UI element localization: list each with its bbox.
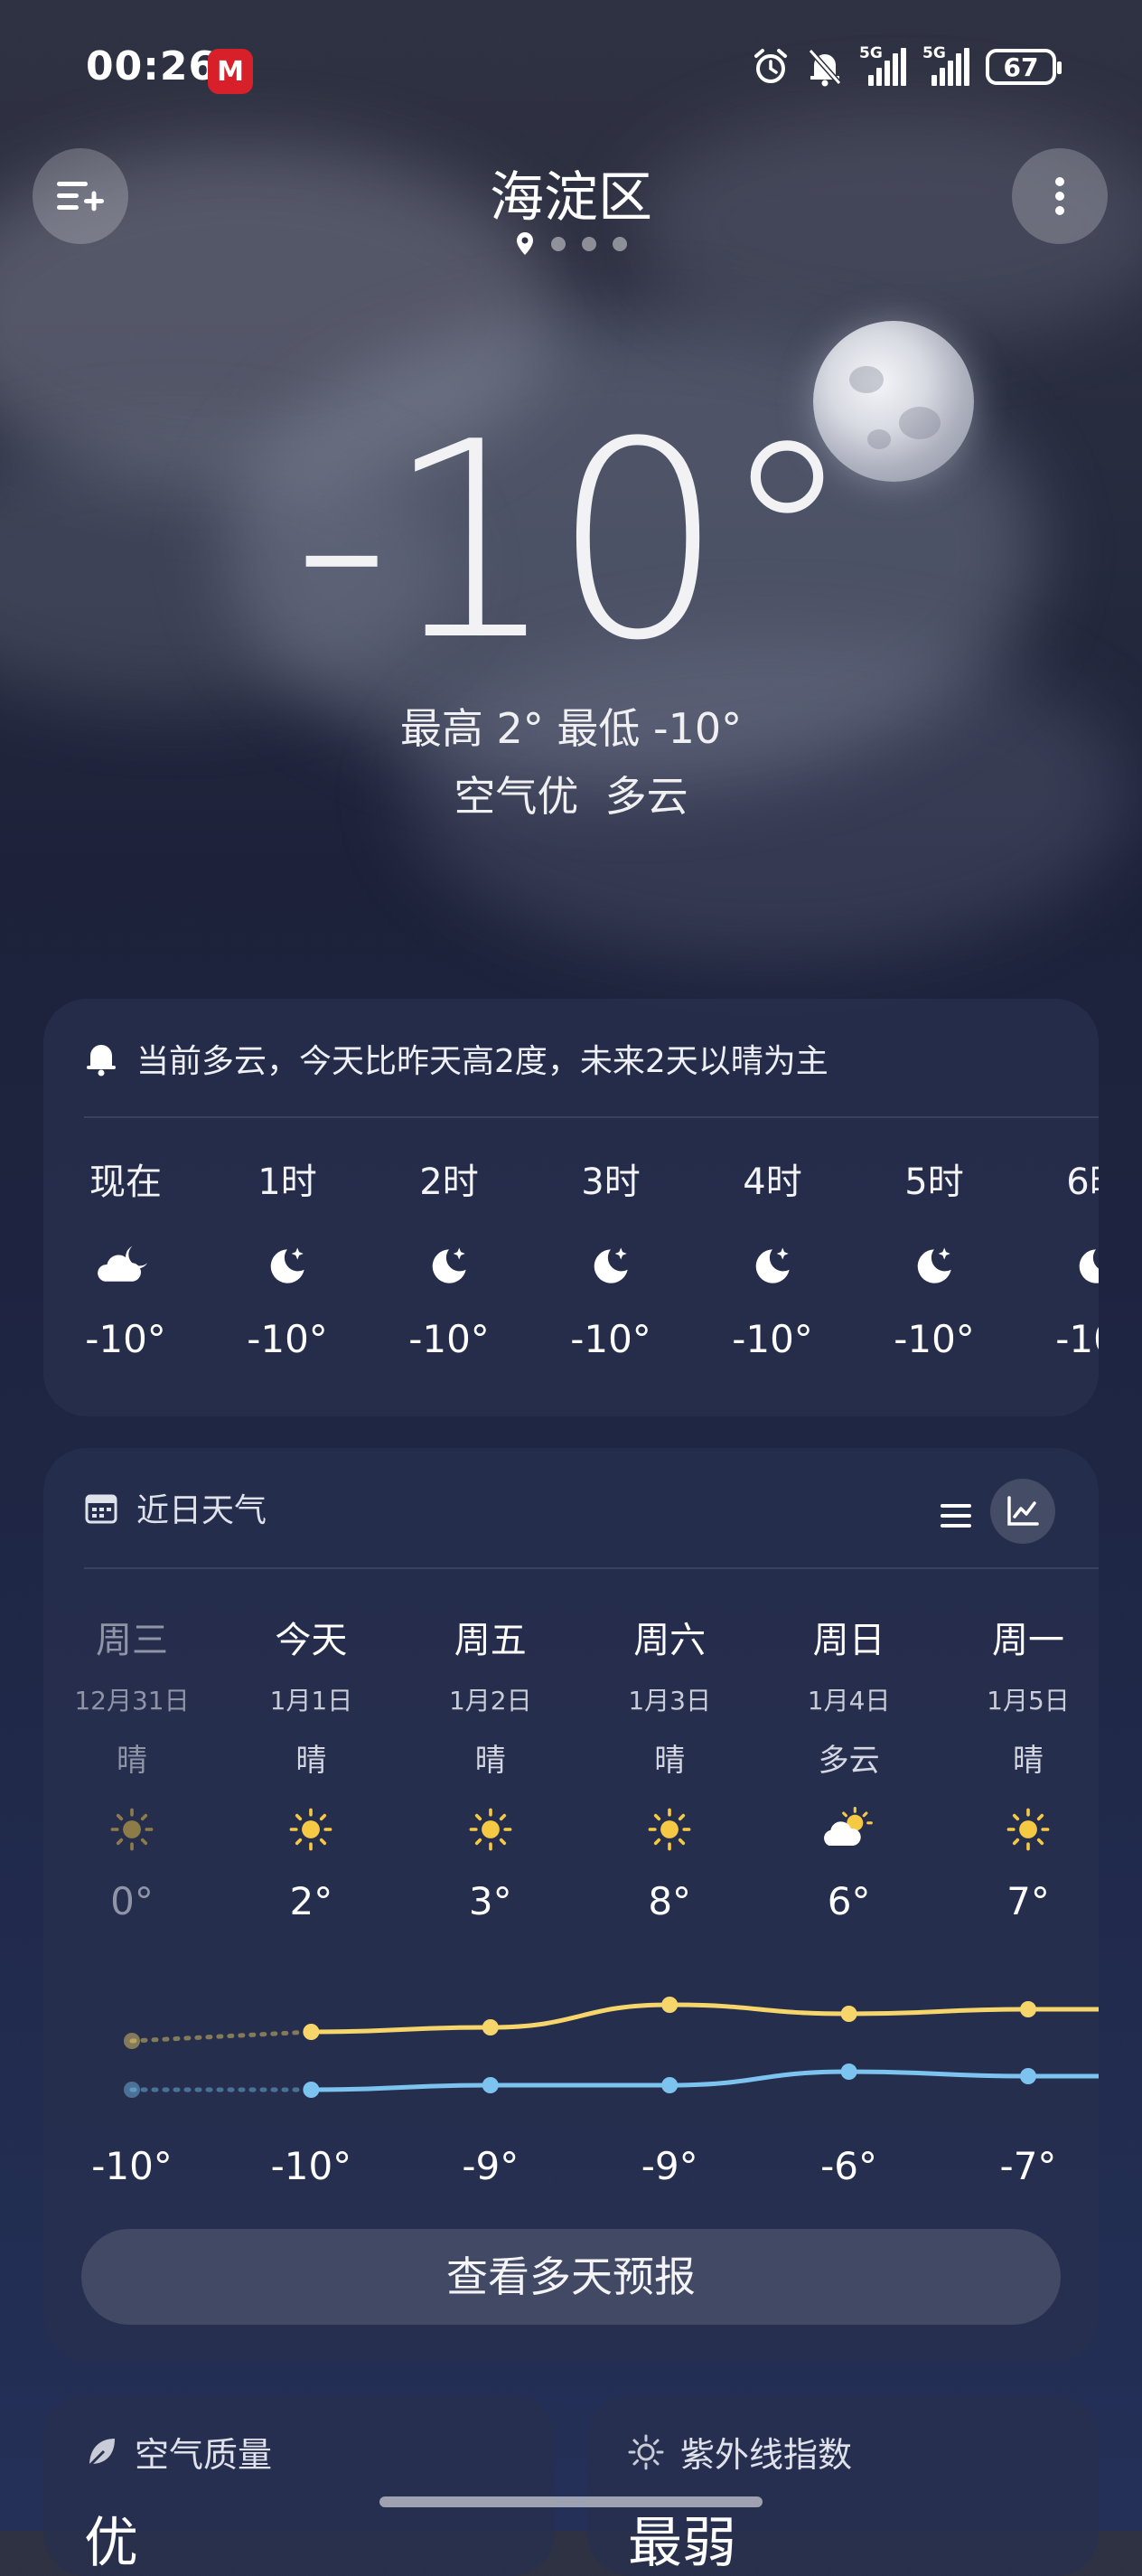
hour-label: 3时 — [581, 1161, 641, 1203]
day-low-temperature: -9° — [462, 2144, 520, 2188]
day-low-temperature: -6° — [820, 2144, 878, 2188]
temperature-trend-chart — [124, 1997, 1099, 2098]
page-dot — [582, 237, 596, 251]
status-bar: 00:26 M 5G 5G 67 — [0, 0, 1142, 145]
hour-weather-icon — [893, 1221, 976, 1312]
current-temperature: -10° — [293, 384, 855, 700]
uv-card-title: 紫外线指数 — [680, 2435, 853, 2475]
low-temp-point — [1020, 2068, 1036, 2084]
hour-weather-icon — [84, 1221, 167, 1312]
hourly-item[interactable]: 2时 -10° — [407, 1152, 569, 1361]
hour-label: 2时 — [419, 1161, 479, 1203]
high-low-temperature: 最高 2° 最低 -10° — [399, 704, 743, 753]
low-temp-point — [303, 2082, 320, 2098]
hour-weather-icon — [407, 1221, 491, 1312]
home-indicator[interactable] — [379, 2496, 763, 2507]
hour-temperature: -10° — [408, 1317, 490, 1361]
hourly-item[interactable]: 5时 -10° — [893, 1152, 1054, 1361]
hour-weather-icon — [731, 1221, 814, 1312]
high-temp-point — [124, 2033, 140, 2049]
city-title[interactable]: 海淀区 — [0, 154, 1142, 232]
high-temp-past-segment — [129, 2029, 314, 2044]
hour-temperature: -10° — [1055, 1317, 1099, 1361]
uv-index-card[interactable]: 紫外线指数 最弱 — [587, 2395, 1099, 2576]
leaf-icon — [88, 2438, 115, 2467]
hour-label: 5时 — [904, 1161, 964, 1203]
low-temp-point — [124, 2082, 140, 2098]
signal-icon: 5G — [859, 44, 906, 86]
clear-night-icon — [432, 1247, 466, 1283]
hour-weather-icon — [246, 1221, 329, 1312]
page-dot — [613, 237, 627, 251]
hourly-item[interactable]: 6时 -10° — [1054, 1152, 1099, 1361]
battery-icon: 67 — [986, 49, 1062, 85]
hourly-item[interactable]: 4时 -10° — [731, 1152, 893, 1361]
status-time: 00:26 — [86, 43, 218, 89]
hour-label: 4时 — [743, 1161, 802, 1203]
air-quality-card-title: 空气质量 — [135, 2435, 273, 2475]
hour-weather-icon — [569, 1221, 652, 1312]
air-quality-card[interactable]: 空气质量 优 — [43, 2395, 555, 2576]
clear-night-icon — [594, 1247, 628, 1283]
clear-night-icon — [917, 1247, 951, 1283]
weather-alert[interactable]: 当前多云，今天比昨天高2度，未来2天以晴为主 — [84, 1035, 828, 1082]
high-temp-point — [661, 1997, 679, 2013]
high-temp-point — [1020, 2001, 1036, 2017]
hour-label: 现在 — [89, 1161, 162, 1203]
hourly-forecast-card: 当前多云，今天比昨天高2度，未来2天以晴为主 现在 -10° 1时 -10° 2时 … — [43, 999, 1099, 1416]
cloudy-night-icon — [98, 1246, 148, 1282]
day-low-temperature: -9° — [641, 2144, 698, 2188]
day-low-temperature: -10° — [270, 2144, 352, 2188]
daily-forecast-card: 近日天气 周三 12月31日 晴 0° 今天 1月1日 晴 2° 周五 1月2日… — [43, 1448, 1099, 2361]
clear-night-icon — [270, 1247, 304, 1283]
more-vertical-icon — [1055, 177, 1064, 215]
hour-temperature: -10° — [247, 1317, 328, 1361]
low-temp-point — [482, 2077, 499, 2093]
page-dot — [551, 237, 566, 251]
uv-sun-icon — [628, 2434, 664, 2469]
hour-label: 6时 — [1066, 1161, 1099, 1203]
day-low-temperature: -10° — [91, 2144, 173, 2188]
hourly-item[interactable]: 现在 -10° — [84, 1152, 246, 1361]
air-quality-label: 空气优 — [454, 772, 579, 821]
hour-label: 1时 — [257, 1161, 317, 1203]
hour-temperature: -10° — [894, 1317, 975, 1361]
uv-value: 最弱 — [628, 2512, 736, 2575]
location-pin-icon — [517, 232, 533, 255]
page-indicator — [0, 231, 1142, 257]
hour-temperature: -10° — [732, 1317, 813, 1361]
hourly-list[interactable]: 现在 -10° 1时 -10° 2时 -10° 3时 -10° 4时 -10° 5时 — [84, 1152, 1099, 1361]
hour-weather-icon — [1054, 1221, 1099, 1312]
more-options-button[interactable] — [1012, 148, 1108, 244]
divider — [84, 1116, 1099, 1118]
hour-temperature: -10° — [570, 1317, 651, 1361]
low-temp-point — [840, 2064, 857, 2080]
carrier-badge-icon: M — [208, 49, 253, 94]
high-temp-point — [303, 2024, 320, 2040]
multi-day-forecast-button[interactable]: 查看多天预报 — [81, 2229, 1061, 2325]
hour-temperature: -10° — [85, 1317, 166, 1361]
low-temperature-row: -10° -10° -9° -9° -6° -7° — [43, 2144, 1099, 2198]
hourly-item[interactable]: 1时 -10° — [246, 1152, 407, 1361]
alert-text: 当前多云，今天比昨天高2度，未来2天以晴为主 — [136, 1043, 828, 1080]
high-temp-line — [308, 2002, 1099, 2035]
air-quality-condition[interactable]: 空气优 多云 — [0, 764, 1142, 823]
clear-night-icon — [1079, 1249, 1099, 1283]
hourly-item[interactable]: 3时 -10° — [569, 1152, 731, 1361]
high-temp-point — [482, 2019, 499, 2035]
clear-night-icon — [755, 1247, 790, 1283]
low-temp-point — [661, 2077, 679, 2093]
condition-label: 多云 — [604, 772, 688, 821]
low-temp-line — [308, 2069, 1099, 2092]
bell-icon — [87, 1045, 116, 1076]
alarm-icon — [754, 49, 787, 83]
mute-bell-icon — [808, 49, 842, 87]
signal-icon: 5G — [922, 44, 969, 86]
day-low-temperature: -7° — [999, 2144, 1057, 2188]
air-quality-value: 优 — [84, 2512, 138, 2575]
high-temp-point — [840, 2006, 857, 2022]
